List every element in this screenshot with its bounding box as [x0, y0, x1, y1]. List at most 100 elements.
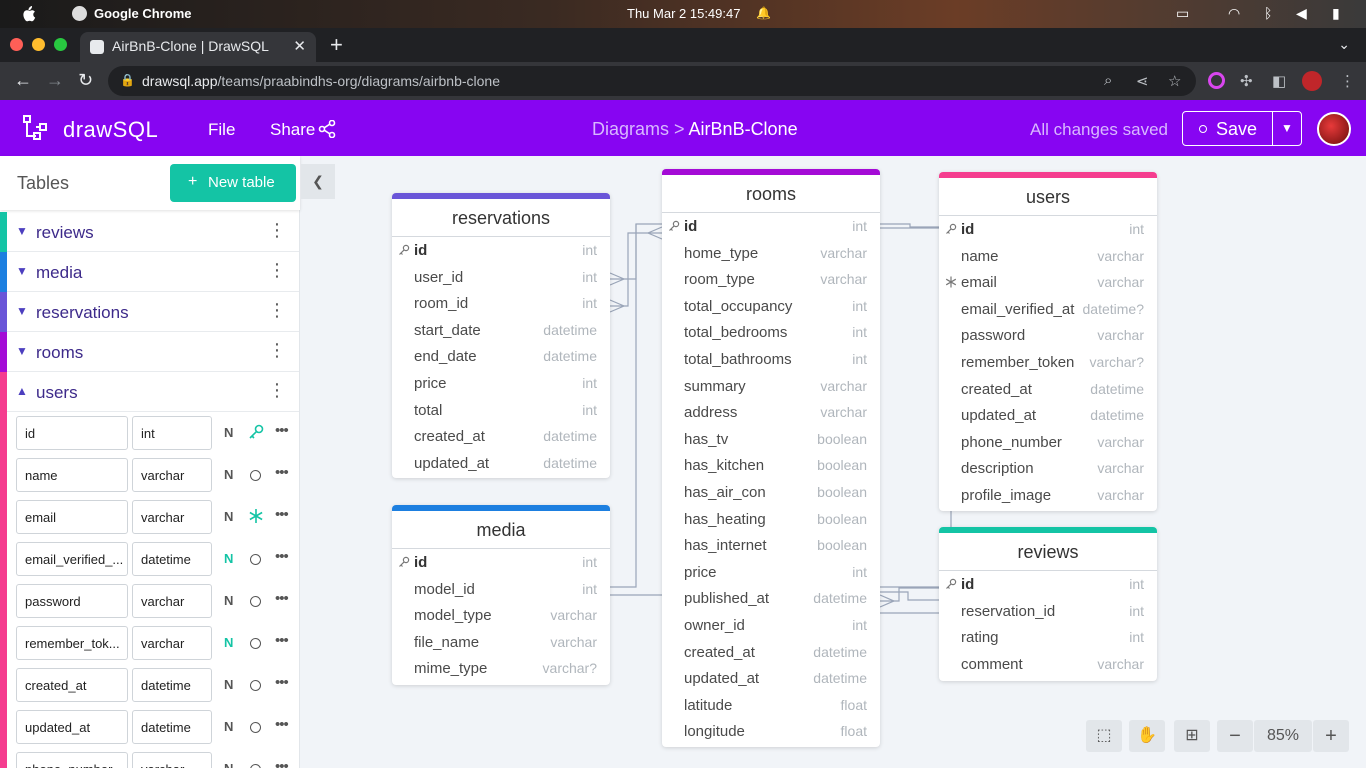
- table-field-latitude[interactable]: latitude float: [662, 692, 880, 719]
- column-type-input[interactable]: int: [132, 416, 212, 450]
- table-field-summary[interactable]: summary varchar: [662, 373, 880, 400]
- column-name-input[interactable]: email: [16, 500, 128, 534]
- chat-icon[interactable]: ▭: [1176, 5, 1189, 22]
- column-type-input[interactable]: varchar: [132, 458, 212, 492]
- nullable-toggle[interactable]: N: [224, 425, 233, 440]
- forward-arrow-icon[interactable]: →: [46, 70, 64, 91]
- sidebar-table-name[interactable]: rooms: [36, 343, 83, 363]
- column-name-input[interactable]: created_at: [16, 668, 128, 702]
- column-name-input[interactable]: password: [16, 584, 128, 618]
- active-app-name[interactable]: Google Chrome: [94, 6, 192, 21]
- reload-icon[interactable]: ↻: [78, 70, 93, 91]
- table-field-start-date[interactable]: start_date datetime: [392, 317, 610, 344]
- sidebar-table-reviews[interactable]: ▼ reviews ⋮: [0, 212, 299, 252]
- table-options-icon[interactable]: ⋮: [268, 300, 286, 321]
- volume-icon[interactable]: ◀: [1296, 5, 1307, 22]
- lock-icon[interactable]: 🔒: [120, 73, 135, 87]
- table-field-description[interactable]: description varchar: [939, 455, 1157, 482]
- table-field-created-at[interactable]: created_at datetime: [662, 639, 880, 666]
- column-type-input[interactable]: varchar: [132, 500, 212, 534]
- new-tab-button[interactable]: +: [330, 32, 343, 58]
- nullable-toggle[interactable]: N: [224, 467, 233, 482]
- column-type-input[interactable]: varchar: [132, 752, 212, 768]
- nullable-toggle[interactable]: N: [224, 677, 233, 692]
- table-field-model-type[interactable]: model_type varchar: [392, 602, 610, 629]
- sidebar-table-name[interactable]: reservations: [36, 303, 129, 323]
- table-options-icon[interactable]: ⋮: [268, 380, 286, 401]
- drawsql-logo-text[interactable]: drawSQL: [63, 117, 158, 143]
- table-field-user-id[interactable]: user_id int: [392, 264, 610, 291]
- nullable-toggle[interactable]: N: [224, 551, 233, 566]
- chevron-down-icon[interactable]: ▼: [16, 224, 28, 238]
- sidebar-table-name[interactable]: users: [36, 383, 78, 403]
- table-field-mime-type[interactable]: mime_type varchar?: [392, 655, 610, 682]
- column-options-icon[interactable]: •••: [275, 464, 289, 481]
- table-field-has-heating[interactable]: has_heating boolean: [662, 506, 880, 533]
- battery-icon[interactable]: ▮: [1332, 5, 1340, 22]
- table-title[interactable]: reviews: [939, 533, 1157, 571]
- table-field-name[interactable]: name varchar: [939, 243, 1157, 270]
- table-options-icon[interactable]: ⋮: [268, 260, 286, 281]
- index-toggle-icon[interactable]: [250, 638, 261, 649]
- system-clock[interactable]: Thu Mar 2 15:49:47: [627, 6, 740, 21]
- primary-key-icon[interactable]: [248, 424, 264, 440]
- table-field-total-bedrooms[interactable]: total_bedrooms int: [662, 319, 880, 346]
- index-toggle-icon[interactable]: [250, 722, 261, 733]
- table-field-price[interactable]: price int: [392, 370, 610, 397]
- index-toggle-icon[interactable]: [250, 554, 261, 565]
- new-table-button[interactable]: + New table: [170, 164, 296, 202]
- index-toggle-icon[interactable]: [250, 764, 261, 768]
- bluetooth-icon[interactable]: ᛒ: [1264, 5, 1272, 21]
- nullable-toggle[interactable]: N: [224, 635, 233, 650]
- fit-to-screen-button[interactable]: ⬚: [1086, 720, 1122, 752]
- column-options-icon[interactable]: •••: [275, 590, 289, 607]
- table-field-total-occupancy[interactable]: total_occupancy int: [662, 293, 880, 320]
- column-name-input[interactable]: name: [16, 458, 128, 492]
- table-options-icon[interactable]: ⋮: [268, 340, 286, 361]
- table-title[interactable]: reservations: [392, 199, 610, 237]
- profile-avatar-icon[interactable]: [1302, 71, 1322, 91]
- column-options-icon[interactable]: •••: [275, 716, 289, 733]
- url-text[interactable]: drawsql.app/teams/praabindhs-org/diagram…: [142, 73, 500, 89]
- column-type-input[interactable]: varchar: [132, 584, 212, 618]
- share-icon[interactable]: ⋖: [1136, 72, 1149, 90]
- chevron-down-icon[interactable]: ▼: [16, 304, 28, 318]
- table-field-id[interactable]: id int: [939, 216, 1157, 243]
- table-field-has-air-con[interactable]: has_air_con boolean: [662, 479, 880, 506]
- chevron-down-icon[interactable]: ▼: [16, 344, 28, 358]
- table-title[interactable]: media: [392, 511, 610, 549]
- address-bar[interactable]: 🔒 drawsql.app/teams/praabindhs-org/diagr…: [108, 66, 1196, 96]
- drawsql-logo-icon[interactable]: [22, 114, 50, 142]
- share-menu[interactable]: Share: [270, 120, 315, 140]
- table-field-id[interactable]: id int: [392, 549, 610, 576]
- table-field-file-name[interactable]: file_name varchar: [392, 629, 610, 656]
- zoom-in-button[interactable]: +: [1313, 720, 1349, 752]
- column-name-input[interactable]: email_verified_...: [16, 542, 128, 576]
- column-name-input[interactable]: phone_number: [16, 752, 128, 768]
- table-title[interactable]: users: [939, 178, 1157, 216]
- table-field-has-internet[interactable]: has_internet boolean: [662, 532, 880, 559]
- nullable-toggle[interactable]: N: [224, 761, 233, 768]
- back-arrow-icon[interactable]: ←: [14, 70, 32, 91]
- sidebar-table-reservations[interactable]: ▼ reservations ⋮: [0, 292, 299, 332]
- column-options-icon[interactable]: •••: [275, 422, 289, 439]
- diagram-title[interactable]: AirBnB-Clone: [689, 119, 798, 139]
- table-rooms[interactable]: rooms id int home_type varchar room_type varch…: [662, 169, 880, 747]
- side-panel-icon[interactable]: ◧: [1272, 72, 1286, 90]
- bookmark-star-icon[interactable]: ☆: [1168, 72, 1181, 90]
- table-field-model-id[interactable]: model_id int: [392, 576, 610, 603]
- tab-close-icon[interactable]: ✕: [293, 37, 306, 55]
- table-field-remember-token[interactable]: remember_token varchar?: [939, 349, 1157, 376]
- table-field-created-at[interactable]: created_at datetime: [392, 423, 610, 450]
- table-field-id[interactable]: id int: [392, 237, 610, 264]
- table-title[interactable]: rooms: [662, 175, 880, 213]
- table-field-id[interactable]: id int: [662, 213, 880, 240]
- table-field-phone-number[interactable]: phone_number varchar: [939, 429, 1157, 456]
- table-field-email-verified-at[interactable]: email_verified_at datetime?: [939, 296, 1157, 323]
- share-nodes-icon[interactable]: [318, 120, 336, 138]
- sidebar-table-name[interactable]: media: [36, 263, 82, 283]
- window-maximize-button[interactable]: [54, 38, 67, 51]
- wifi-icon[interactable]: ◠: [1228, 5, 1240, 22]
- table-field-room-type[interactable]: room_type varchar: [662, 266, 880, 293]
- column-options-icon[interactable]: •••: [275, 548, 289, 565]
